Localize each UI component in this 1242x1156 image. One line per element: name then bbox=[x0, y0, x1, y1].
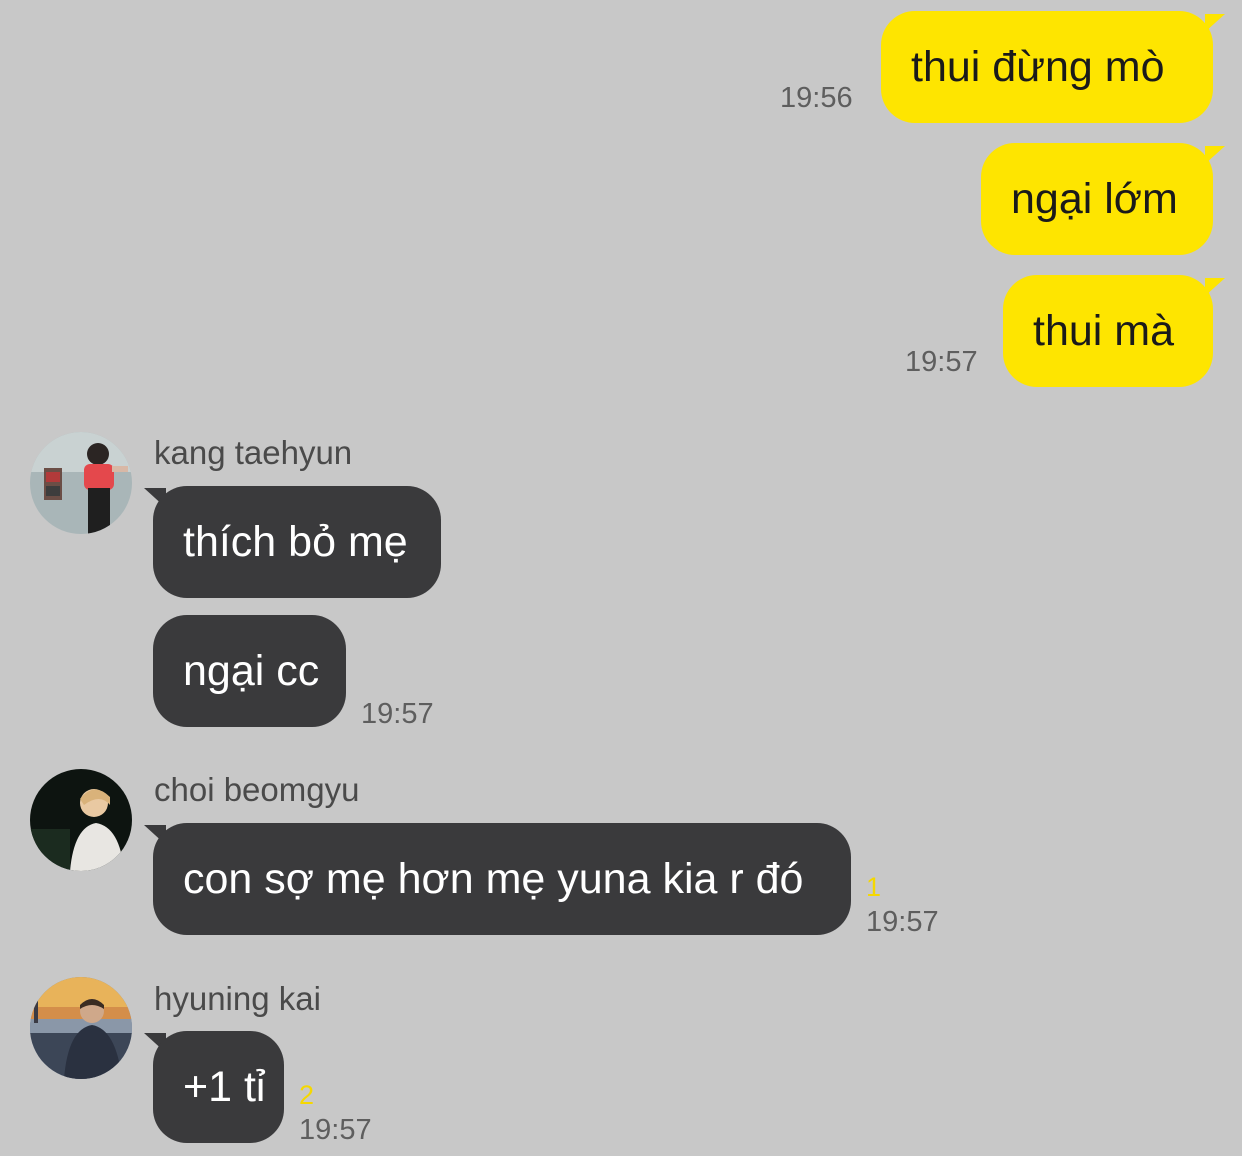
outgoing-message-bubble[interactable]: ngại lớm bbox=[981, 143, 1213, 255]
message-text: con sợ mẹ hơn mẹ yuna kia r đó bbox=[183, 855, 804, 903]
incoming-message-bubble[interactable]: thích bỏ mẹ bbox=[153, 486, 441, 598]
outgoing-message-bubble[interactable]: thui đừng mò bbox=[881, 11, 1213, 123]
unread-count: 2 bbox=[299, 1080, 315, 1110]
message-time: 19:57 bbox=[866, 906, 939, 938]
incoming-message-bubble[interactable]: +1 tỉ bbox=[153, 1031, 284, 1143]
message-text: thích bỏ mẹ bbox=[183, 518, 408, 566]
bubble-tail bbox=[1205, 14, 1225, 32]
avatar-photo-icon bbox=[30, 432, 132, 534]
avatar[interactable] bbox=[30, 769, 132, 871]
outgoing-message-bubble[interactable]: thui mà bbox=[1003, 275, 1213, 387]
message-time: 19:57 bbox=[905, 346, 978, 378]
sender-name: choi beomgyu bbox=[154, 771, 360, 808]
avatar[interactable] bbox=[30, 977, 132, 1079]
sender-name: hyuning kai bbox=[154, 980, 321, 1017]
avatar-photo-icon bbox=[30, 977, 132, 1079]
incoming-message-bubble[interactable]: con sợ mẹ hơn mẹ yuna kia r đó bbox=[153, 823, 851, 935]
sender-name: kang taehyun bbox=[154, 434, 353, 471]
message-text: thui mà bbox=[1033, 307, 1175, 355]
message-time: 19:57 bbox=[299, 1114, 372, 1146]
message-text: ngại cc bbox=[183, 647, 320, 695]
message-text: ngại lớm bbox=[1011, 175, 1178, 223]
incoming-message-bubble[interactable]: ngại cc bbox=[153, 615, 346, 727]
avatar-photo-icon bbox=[30, 769, 132, 871]
message-text: thui đừng mò bbox=[911, 43, 1165, 91]
bubble-tail bbox=[1205, 278, 1225, 296]
bubble-tail bbox=[1205, 146, 1225, 164]
message-time: 19:57 bbox=[361, 698, 434, 730]
unread-count: 1 bbox=[866, 872, 882, 902]
avatar[interactable] bbox=[30, 432, 132, 534]
message-time: 19:56 bbox=[780, 82, 853, 114]
message-text: +1 tỉ bbox=[183, 1063, 266, 1111]
